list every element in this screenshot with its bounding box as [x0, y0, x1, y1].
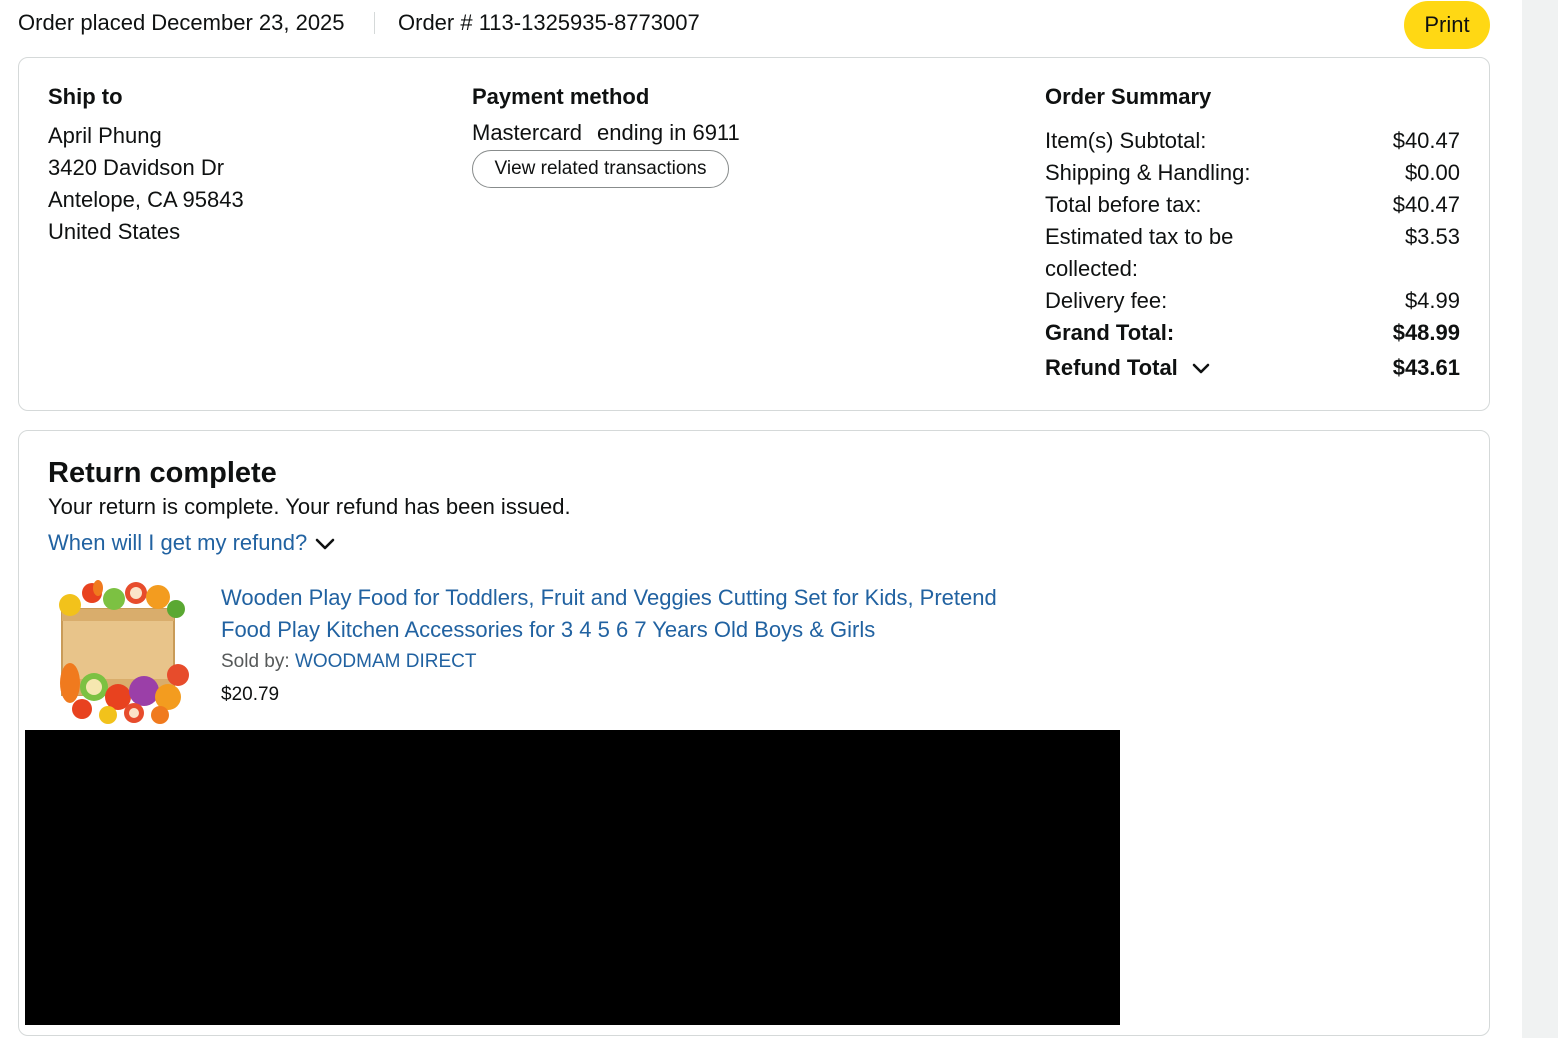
summary-value: $4.99 — [1404, 288, 1460, 313]
refund-total-label: Refund Total — [1045, 355, 1178, 380]
card-ending: ending in 6911 — [597, 120, 740, 145]
chevron-down-icon — [316, 538, 335, 549]
refund-total-toggle[interactable]: Refund Total — [1045, 352, 1210, 384]
page-gutter — [1522, 0, 1558, 1038]
redacted-region — [25, 730, 1120, 1025]
print-button[interactable]: Print — [1404, 1, 1490, 49]
summary-row-refund-total[interactable]: Refund Total $43.61 — [1045, 352, 1460, 384]
summary-row-tax: Estimated tax to be collected: $3.53 — [1045, 221, 1460, 285]
sold-by-label: Sold by: — [221, 651, 290, 672]
chevron-down-icon — [1192, 363, 1210, 374]
summary-label: Total before tax: — [1045, 192, 1202, 217]
grand-total-value: $48.99 — [1392, 320, 1460, 345]
order-summary: Item(s) Subtotal: $40.47 Shipping & Hand… — [1045, 125, 1460, 384]
grand-total-label: Grand Total: — [1045, 320, 1175, 345]
address-street: 3420 Davidson Dr — [48, 155, 225, 180]
summary-value: $40.47 — [1392, 192, 1460, 217]
summary-row-grand-total: Grand Total: $48.99 — [1045, 317, 1460, 349]
summary-label: Item(s) Subtotal: — [1045, 128, 1207, 153]
return-status-message: Your return is complete. Your refund has… — [48, 494, 571, 519]
summary-row-shipping: Shipping & Handling: $0.00 — [1045, 157, 1460, 189]
refund-total-value: $43.61 — [1392, 355, 1460, 380]
payment-card: Mastercard ending in 6911 — [472, 120, 740, 146]
view-transactions-button[interactable]: View related transactions — [472, 150, 729, 188]
sold-by: Sold by: WOODMAM DIRECT — [221, 651, 476, 673]
ship-to-title: Ship to — [48, 84, 123, 109]
summary-value: $3.53 — [1404, 224, 1460, 249]
shipping-address: April Phung 3420 Davidson Dr Antelope, C… — [48, 120, 244, 248]
card-brand: Mastercard — [472, 120, 583, 145]
product-image[interactable] — [48, 579, 194, 725]
order-header: Order placed December 23, 2025 Order # 1… — [18, 0, 1490, 50]
summary-row-before-tax: Total before tax: $40.47 — [1045, 189, 1460, 221]
header-divider — [374, 12, 375, 34]
refund-timing-label: When will I get my refund? — [48, 530, 308, 555]
summary-row-delivery-fee: Delivery fee: $4.99 — [1045, 285, 1460, 317]
address-city: Antelope, CA 95843 — [48, 187, 244, 212]
summary-label: Delivery fee: — [1045, 288, 1168, 313]
recipient-name: April Phung — [48, 123, 162, 148]
order-placed-date: Order placed December 23, 2025 — [18, 10, 345, 35]
order-summary-title: Order Summary — [1045, 84, 1212, 109]
summary-row-subtotal: Item(s) Subtotal: $40.47 — [1045, 125, 1460, 157]
summary-value: $0.00 — [1404, 160, 1460, 185]
product-price: $20.79 — [221, 684, 280, 705]
order-number: Order # 113-1325935-8773007 — [398, 10, 700, 35]
payment-method-title: Payment method — [472, 84, 650, 109]
summary-value: $40.47 — [1392, 128, 1460, 153]
summary-label: Estimated tax to be collected: — [1045, 224, 1234, 281]
seller-link[interactable]: WOODMAM DIRECT — [295, 651, 477, 672]
return-status-title: Return complete — [48, 457, 277, 489]
order-details-card: Ship to April Phung 3420 Davidson Dr Ant… — [18, 57, 1490, 411]
address-country: United States — [48, 219, 181, 244]
refund-timing-link[interactable]: When will I get my refund? — [48, 530, 335, 556]
summary-label: Shipping & Handling: — [1045, 160, 1251, 185]
product-title-link[interactable]: Wooden Play Food for Toddlers, Fruit and… — [221, 582, 1051, 646]
